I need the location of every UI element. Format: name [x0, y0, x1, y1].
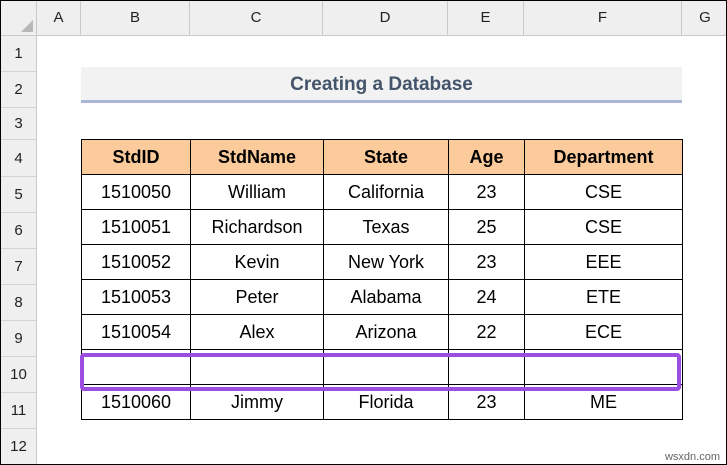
column-header-c[interactable]: C — [190, 1, 323, 35]
table-cell[interactable]: 1510050 — [81, 174, 191, 210]
table-row-empty — [81, 349, 683, 385]
table-row: 1510060 Jimmy Florida 23 ME — [81, 384, 683, 420]
watermark: wsxdn.com — [664, 451, 720, 463]
table-cell[interactable]: CSE — [524, 209, 683, 245]
header-stdid[interactable]: StdID — [81, 139, 191, 175]
column-header-d[interactable]: D — [323, 1, 448, 35]
row-header-5[interactable]: 5 — [1, 177, 37, 213]
header-state[interactable]: State — [323, 139, 449, 175]
table-cell[interactable]: ECE — [524, 314, 683, 350]
column-header-bar: A B C D E F G — [1, 1, 726, 36]
column-header-a[interactable]: A — [37, 1, 81, 35]
table-cell[interactable]: William — [190, 174, 324, 210]
table-cell[interactable] — [81, 349, 191, 385]
table-cell[interactable]: 1510053 — [81, 279, 191, 315]
table-header-row: StdID StdName State Age Department — [81, 139, 683, 175]
table-cell[interactable]: Richardson — [190, 209, 324, 245]
column-header-f[interactable]: F — [524, 1, 682, 35]
row-header-11[interactable]: 11 — [1, 393, 37, 429]
table-cell[interactable]: 23 — [448, 174, 525, 210]
header-department[interactable]: Department — [524, 139, 683, 175]
table-cell[interactable]: Alabama — [323, 279, 449, 315]
table-cell[interactable]: 23 — [448, 384, 525, 420]
row-header-12[interactable]: 12 — [1, 429, 37, 464]
table-cell[interactable]: Texas — [323, 209, 449, 245]
table-cell[interactable]: 1510052 — [81, 244, 191, 280]
header-age[interactable]: Age — [448, 139, 525, 175]
spreadsheet-window: A B C D E F G 1 2 3 4 5 6 7 8 9 10 11 12… — [0, 0, 727, 465]
column-header-b[interactable]: B — [81, 1, 190, 35]
table-cell[interactable]: New York — [323, 244, 449, 280]
table-cell[interactable]: 1510054 — [81, 314, 191, 350]
row-header-9[interactable]: 9 — [1, 321, 37, 357]
table-row: 1510054 Alex Arizona 22 ECE — [81, 314, 683, 350]
table-row: 1510051 Richardson Texas 25 CSE — [81, 209, 683, 245]
table-cell[interactable]: 23 — [448, 244, 525, 280]
table-cell[interactable]: 1510060 — [81, 384, 191, 420]
table-cell[interactable]: 1510051 — [81, 209, 191, 245]
table-cell[interactable]: 24 — [448, 279, 525, 315]
table-row: 1510052 Kevin New York 23 EEE — [81, 244, 683, 280]
sheet-title[interactable]: Creating a Database — [81, 67, 682, 103]
column-header-g[interactable]: G — [682, 1, 726, 35]
row-header-4[interactable]: 4 — [1, 140, 37, 177]
table-cell[interactable]: Kevin — [190, 244, 324, 280]
table-cell[interactable] — [190, 349, 324, 385]
table-cell[interactable]: ETE — [524, 279, 683, 315]
table-row: 1510053 Peter Alabama 24 ETE — [81, 279, 683, 315]
table-cell[interactable]: California — [323, 174, 449, 210]
table-cell[interactable]: Alex — [190, 314, 324, 350]
table-cell[interactable]: Peter — [190, 279, 324, 315]
table-cell[interactable]: Florida — [323, 384, 449, 420]
row-header-2[interactable]: 2 — [1, 72, 37, 108]
row-header-7[interactable]: 7 — [1, 249, 37, 285]
row-header-1[interactable]: 1 — [1, 36, 37, 72]
table-cell[interactable]: 25 — [448, 209, 525, 245]
select-all-corner[interactable] — [1, 1, 37, 35]
row-header-8[interactable]: 8 — [1, 285, 37, 321]
table-cell[interactable] — [323, 349, 449, 385]
row-header-6[interactable]: 6 — [1, 213, 37, 249]
table-cell[interactable]: ME — [524, 384, 683, 420]
header-stdname[interactable]: StdName — [190, 139, 324, 175]
table-cell[interactable]: EEE — [524, 244, 683, 280]
table-cell[interactable]: Arizona — [323, 314, 449, 350]
table-cell[interactable] — [448, 349, 525, 385]
table-cell[interactable]: CSE — [524, 174, 683, 210]
table-cell[interactable]: 22 — [448, 314, 525, 350]
table-cell[interactable]: Jimmy — [190, 384, 324, 420]
row-header-3[interactable]: 3 — [1, 108, 37, 140]
row-header-10[interactable]: 10 — [1, 357, 37, 393]
table-cell[interactable] — [524, 349, 683, 385]
column-header-e[interactable]: E — [448, 1, 524, 35]
database-table: StdID StdName State Age Department 15100… — [81, 139, 683, 420]
select-all-triangle-icon — [21, 20, 33, 32]
table-row: 1510050 William California 23 CSE — [81, 174, 683, 210]
